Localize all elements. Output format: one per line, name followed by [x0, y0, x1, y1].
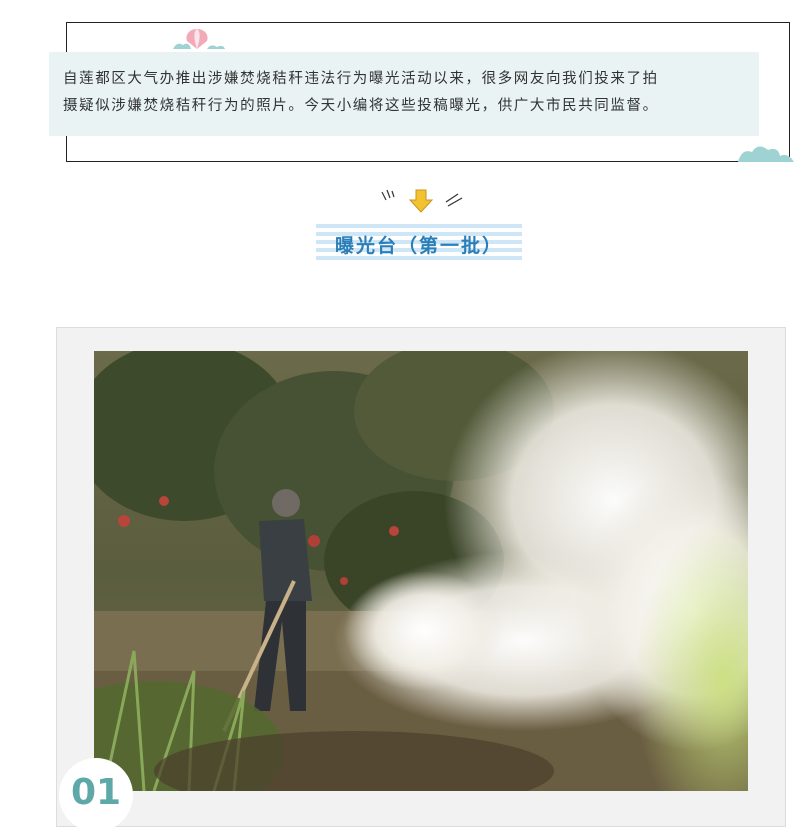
item-number: 01	[70, 772, 122, 813]
balloon-icon	[167, 27, 227, 55]
spark-right-icon	[445, 193, 463, 207]
section-title-banner: 曝光台（第一批）	[316, 224, 522, 264]
spark-left-icon	[381, 189, 395, 201]
cloud-icon	[736, 138, 796, 168]
intro-text-box: 自莲都区大气办推出涉嫌焚烧秸秆违法行为曝光活动以来，很多网友向我们投来了拍 摄疑…	[49, 52, 759, 136]
intro-line-1: 自莲都区大气办推出涉嫌焚烧秸秆违法行为曝光活动以来，很多网友向我们投来了拍	[63, 71, 659, 87]
intro-line-2: 摄疑似涉嫌焚烧秸秆行为的照片。今天小编将这些投稿曝光，供广大市民共同监督。	[63, 98, 659, 114]
section-title: 曝光台（第一批）	[334, 234, 503, 257]
photo-burning-straw	[94, 351, 748, 791]
down-arrow-icon	[408, 189, 434, 213]
photo-card: 01	[56, 327, 786, 832]
item-number-badge: 01	[59, 758, 133, 832]
arrow-decoration	[376, 186, 476, 216]
